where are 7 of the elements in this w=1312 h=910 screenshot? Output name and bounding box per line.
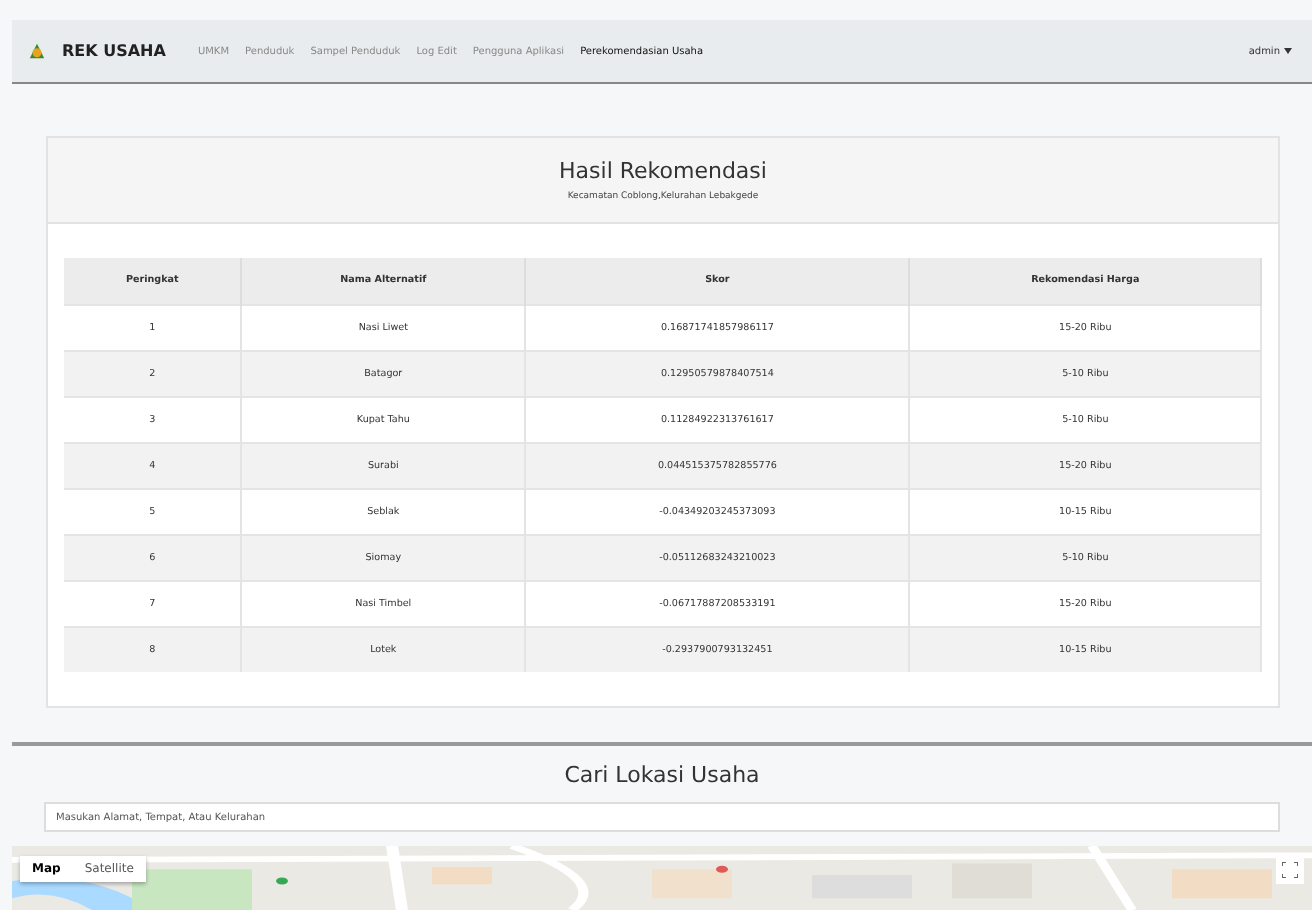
fullscreen-button[interactable] bbox=[1276, 856, 1304, 884]
caret-icon bbox=[1284, 48, 1292, 54]
logo-icon bbox=[28, 42, 46, 60]
fullscreen-icon bbox=[1282, 862, 1298, 878]
card-title: Hasil Rekomendasi bbox=[559, 158, 767, 184]
section-title: Cari Lokasi Usaha bbox=[564, 762, 760, 788]
brand-name[interactable]: REK USAHA bbox=[62, 42, 166, 60]
